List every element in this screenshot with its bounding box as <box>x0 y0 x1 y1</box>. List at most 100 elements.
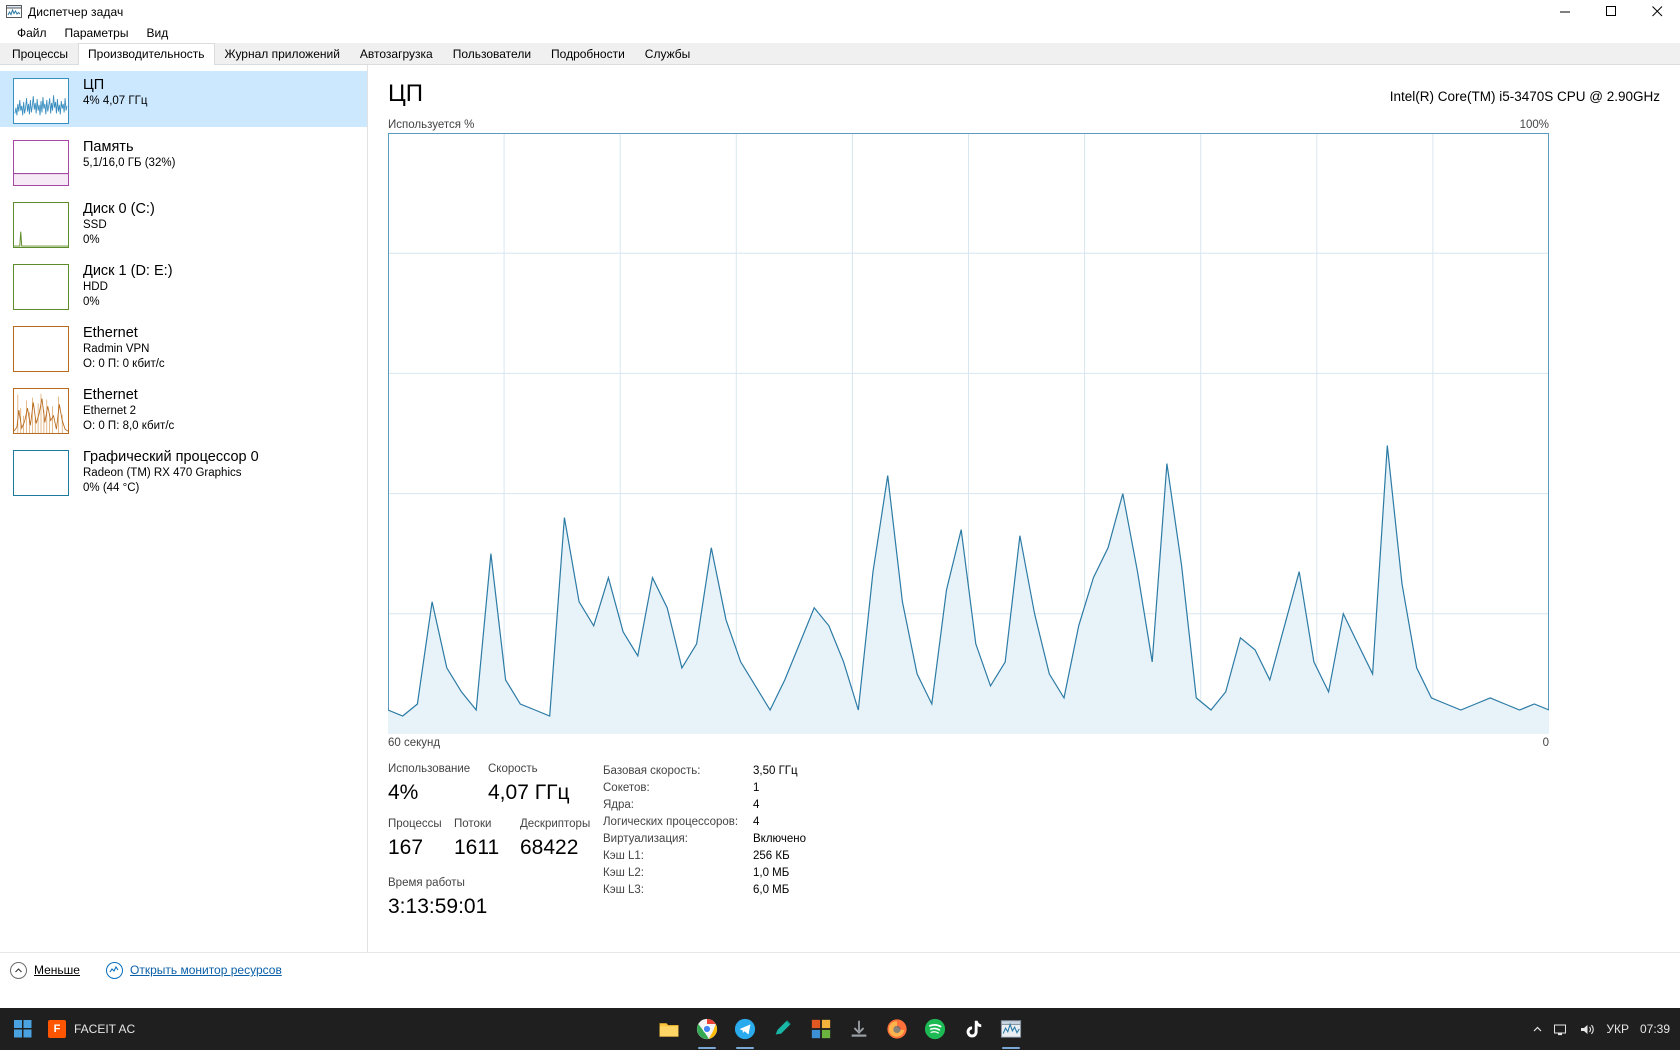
sidebar-disk0-sub1: SSD <box>83 219 107 231</box>
disk1-thumbnail <box>13 264 69 310</box>
ethernet-2-thumbnail <box>13 388 69 434</box>
stats-row-2: Процессы 167 Потоки 1611 Дескрипторы 684… <box>388 816 603 863</box>
title-bar: Диспетчер задач <box>0 0 1680 23</box>
tab-details[interactable]: Подробности <box>541 43 635 64</box>
content-panel: ЦП Intel(R) Core(TM) i5-3470S CPU @ 2.90… <box>368 65 1680 952</box>
taskbar-app-task-manager[interactable] <box>994 1012 1028 1046</box>
sidebar-item-disk1[interactable]: Диск 1 (D: E:) HDD 0% <box>0 257 367 313</box>
edit-icon <box>775 1020 791 1035</box>
menu-file[interactable]: Файл <box>8 23 56 43</box>
ethernet-2-text: Ethernet Ethernet 2 О: 0 П: 8,0 кбит/с <box>83 384 174 434</box>
taskbar-app-teal[interactable] <box>766 1012 800 1046</box>
network-icon[interactable] <box>1554 1023 1569 1036</box>
spec-row: Логических процессоров: 4 <box>603 814 806 831</box>
faceit-anticheat-item[interactable]: F FACEIT AC <box>48 1020 135 1038</box>
tab-strip: Процессы Производительность Журнал прило… <box>0 43 1680 65</box>
tab-app-history[interactable]: Журнал приложений <box>214 43 350 64</box>
volume-icon[interactable] <box>1580 1023 1595 1036</box>
spec-key: Базовая скорость: <box>603 765 701 777</box>
sidebar-memory-sub: 5,1/16,0 ГБ (32%) <box>83 157 176 169</box>
spec-value: 3,50 ГГц <box>753 765 798 777</box>
tab-processes[interactable]: Процессы <box>2 43 79 64</box>
spotify-icon <box>924 1018 946 1040</box>
stat-processes: Процессы 167 <box>388 816 454 863</box>
status-bar: Меньше Открыть монитор ресурсов <box>0 952 1680 987</box>
spec-key: Кэш L3: <box>603 884 644 896</box>
spec-value: 1 <box>753 782 760 794</box>
close-button[interactable] <box>1634 0 1680 23</box>
firefox-icon <box>887 1019 907 1039</box>
speed-label: Скорость <box>488 763 538 775</box>
graph-axis-labels: Используется % 100% <box>388 119 1549 131</box>
menu-view[interactable]: Вид <box>137 23 177 43</box>
spec-key: Кэш L2: <box>603 867 644 879</box>
cpu-model-label: Intel(R) Core(TM) i5-3470S CPU @ 2.90GHz <box>1389 89 1660 104</box>
spec-key: Виртуализация: <box>603 833 688 845</box>
taskbar-app-multicolor[interactable] <box>804 1012 838 1046</box>
menu-options[interactable]: Параметры <box>56 23 138 43</box>
sidebar-eth1-sub2: О: 0 П: 0 кбит/с <box>83 358 165 370</box>
tab-services[interactable]: Службы <box>634 43 701 64</box>
task-manager-icon <box>6 4 22 20</box>
sidebar-item-gpu0[interactable]: Графический процессор 0 Radeon (TM) RX 4… <box>0 443 367 499</box>
taskbar-app-google-chrome[interactable] <box>690 1012 724 1046</box>
tab-performance[interactable]: Производительность <box>78 43 215 65</box>
language-indicator[interactable]: УКР <box>1606 1022 1629 1036</box>
cpu-text: ЦП 4% 4,07 ГГц <box>83 74 147 109</box>
sidebar-disk1-title: Диск 1 (D: E:) <box>83 263 173 279</box>
tab-startup[interactable]: Автозагрузка <box>349 43 443 64</box>
sidebar-eth2-sub1: Ethernet 2 <box>83 405 137 417</box>
taskbar-clock[interactable]: 07:39 <box>1640 1022 1670 1036</box>
fewer-details-button[interactable]: Меньше <box>10 961 80 979</box>
sidebar-eth1-title: Ethernet <box>83 325 138 341</box>
stats-row-3: Время работы 3:13:59:01 <box>388 875 603 922</box>
spec-row: Кэш L1: 256 КБ <box>603 848 806 865</box>
minimize-button[interactable] <box>1542 0 1588 23</box>
sidebar-item-cpu[interactable]: ЦП 4% 4,07 ГГц <box>0 71 367 127</box>
taskbar-app-file-explorer[interactable] <box>652 1012 686 1046</box>
taskbar-app-tiktok[interactable] <box>956 1012 990 1046</box>
sidebar-disk1-sub1: HDD <box>83 281 108 293</box>
handles-value: 68422 <box>520 836 579 859</box>
stat-speed: Скорость 4,07 ГГц <box>488 761 569 808</box>
spec-value: 256 КБ <box>753 850 790 862</box>
specs-list: Базовая скорость: 3,50 ГГц Сокетов: 1 Яд… <box>603 761 806 922</box>
cpu-chart-svg <box>388 133 1549 734</box>
page-title: ЦП <box>388 80 424 107</box>
spec-key: Кэш L1: <box>603 850 644 862</box>
menu-bar: Файл Параметры Вид <box>0 23 1680 43</box>
tab-users[interactable]: Пользователи <box>442 43 542 64</box>
sidebar-item-ethernet-radmin[interactable]: Ethernet Radmin VPN О: 0 П: 0 кбит/с <box>0 319 367 375</box>
spec-value: 4 <box>753 816 760 828</box>
sidebar-item-ethernet-2[interactable]: Ethernet Ethernet 2 О: 0 П: 8,0 кбит/с <box>0 381 367 437</box>
spec-row: Базовая скорость: 3,50 ГГц <box>603 763 806 780</box>
sidebar-memory-title: Память <box>83 139 134 155</box>
maximize-button[interactable] <box>1588 0 1634 23</box>
taskbar-app-spotify[interactable] <box>918 1012 952 1046</box>
memory-thumbnail <box>13 140 69 186</box>
sidebar-item-memory[interactable]: Память 5,1/16,0 ГБ (32%) <box>0 133 367 189</box>
processes-label: Процессы <box>388 818 442 830</box>
sidebar-gpu-sub2: 0% (44 °C) <box>83 482 140 494</box>
fewer-details-label: Меньше <box>34 963 80 977</box>
disk0-thumbnail <box>13 202 69 248</box>
sidebar-disk0-sub2: 0% <box>83 234 100 246</box>
open-resource-monitor-button[interactable]: Открыть монитор ресурсов <box>105 961 282 979</box>
tray-chevron-icon[interactable] <box>1532 1024 1543 1035</box>
stat-utilization: Использование 4% <box>388 761 488 808</box>
chevron-up-icon <box>10 961 27 979</box>
sidebar-gpu-title: Графический процессор 0 <box>83 449 259 465</box>
taskbar-app-firefox[interactable] <box>880 1012 914 1046</box>
sidebar-eth2-title: Ethernet <box>83 387 138 403</box>
telegram-icon <box>734 1018 756 1040</box>
taskbar-app-telegram[interactable] <box>728 1012 762 1046</box>
sidebar-cpu-sub: 4% 4,07 ГГц <box>83 95 148 107</box>
sidebar-disk0-title: Диск 0 (C:) <box>83 201 155 217</box>
windows-start-icon[interactable] <box>0 1008 46 1050</box>
taskbar-tray: УКР 07:39 <box>1532 1008 1680 1050</box>
sidebar-item-disk0[interactable]: Диск 0 (C:) SSD 0% <box>0 195 367 251</box>
spec-key: Сокетов: <box>603 782 650 794</box>
stat-handles: Дескрипторы 68422 <box>520 816 590 863</box>
taskbar-app-utorrent[interactable] <box>842 1012 876 1046</box>
content-header: ЦП Intel(R) Core(TM) i5-3470S CPU @ 2.90… <box>388 79 1660 109</box>
